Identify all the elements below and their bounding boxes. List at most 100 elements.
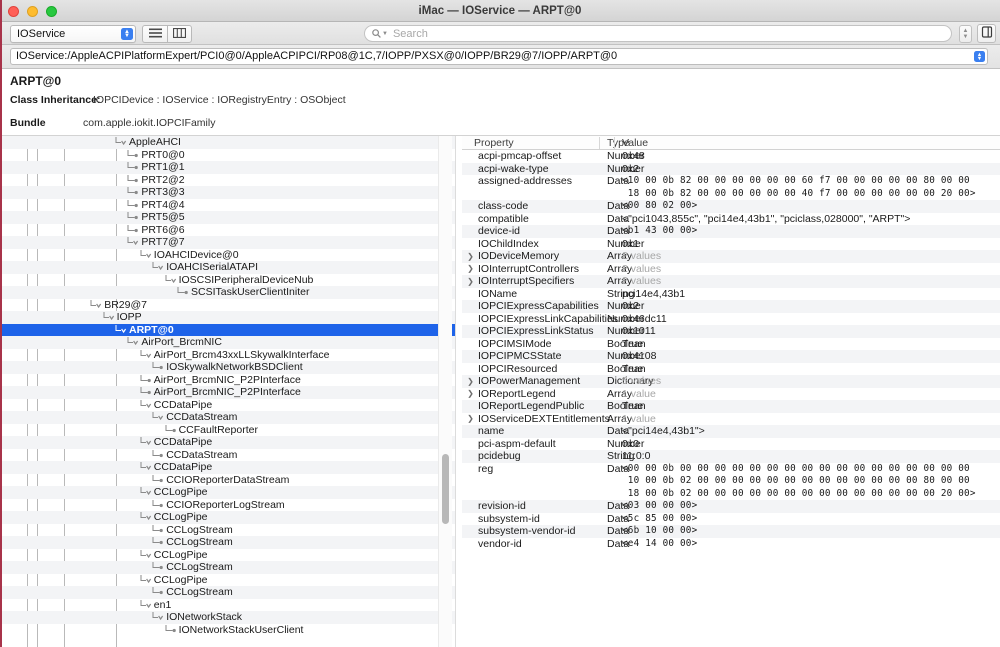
expand-arrow-icon[interactable]: ❯ xyxy=(466,250,475,263)
property-row[interactable]: vendor-id Data <e4 14 00 00> xyxy=(462,538,1000,551)
property-row[interactable]: pci-aspm-default Number 0x0 xyxy=(462,438,1000,451)
tree-row[interactable]: IOAHCISerialATAPI xyxy=(2,261,455,274)
disclosure-triangle-icon[interactable] xyxy=(114,324,128,337)
search-stepper[interactable]: ▲ ▼ xyxy=(959,25,972,43)
tree-row[interactable]: IOPP xyxy=(2,311,455,324)
expand-arrow-icon[interactable]: ❯ xyxy=(466,375,475,388)
property-row[interactable]: reg Data <00 00 0b 00 00 00 00 00 00 00 00… xyxy=(462,463,1000,501)
tree-scrollbar-thumb[interactable] xyxy=(442,454,449,524)
tree-row[interactable]: CCDataPipe xyxy=(2,436,455,449)
search-dropdown-chevron-icon[interactable]: ▼ xyxy=(382,31,388,37)
property-row[interactable]: ❯ IOPowerManagement Dictionary 5 values xyxy=(462,375,1000,388)
property-row[interactable]: ❯ IOServiceDEXTEntitlements Array 1 value xyxy=(462,413,1000,426)
tree-row[interactable]: IONetworkStack xyxy=(2,611,455,624)
property-row[interactable]: class-code Data <00 80 02 00> xyxy=(462,200,1000,213)
expand-arrow-icon[interactable]: ❯ xyxy=(466,275,475,288)
property-row[interactable]: compatible Data <"pci1043,855c", "pci14e4,… xyxy=(462,213,1000,226)
property-row[interactable]: IOPCIExpressCapabilities Number 0x2 xyxy=(462,300,1000,313)
tree-row[interactable]: IOAHCIDevice@0 xyxy=(2,249,455,262)
tree-row[interactable]: AirPort_Brcm43xxLLSkywalkInterface xyxy=(2,349,455,362)
tree-row[interactable]: PRT4@4 xyxy=(2,199,455,212)
property-row[interactable]: IOPCIResourced Boolean True xyxy=(462,363,1000,376)
disclosure-triangle-icon[interactable] xyxy=(151,261,165,274)
property-row[interactable]: name Data <"pci14e4,43b1"> xyxy=(462,425,1000,438)
disclosure-triangle-icon[interactable] xyxy=(89,299,103,312)
property-row[interactable]: device-id Data <b1 43 00 00> xyxy=(462,225,1000,238)
disclosure-triangle-icon[interactable] xyxy=(139,249,153,262)
tree-row[interactable]: CCLogPipe xyxy=(2,549,455,562)
list-view-button[interactable] xyxy=(142,25,167,43)
tree-row[interactable]: CCLogStream xyxy=(2,586,455,599)
tree-row[interactable]: CCFaultReporter xyxy=(2,424,455,437)
registry-path-field[interactable]: IOService:/AppleACPIPlatformExpert/PCI0@… xyxy=(10,48,988,65)
tree-row[interactable]: AirPort_BrcmNIC_P2PInterface xyxy=(2,374,455,387)
disclosure-triangle-icon[interactable] xyxy=(139,436,153,449)
property-row[interactable]: subsystem-id Data <5c 85 00 00> xyxy=(462,513,1000,526)
tree-row[interactable]: CCLogStream xyxy=(2,536,455,549)
disclosure-triangle-icon[interactable] xyxy=(126,236,140,249)
tree-row[interactable]: PRT5@5 xyxy=(2,211,455,224)
registry-tree-pane[interactable]: AppleAHCI PRT0@0 PRT1@1 PRT2@2 PRT3@3 PRT4@4 P… xyxy=(2,136,455,647)
disclosure-triangle-icon[interactable] xyxy=(151,411,165,424)
property-row[interactable]: ❯ IOInterruptSpecifiers Array 2 values xyxy=(462,275,1000,288)
disclosure-triangle-icon[interactable] xyxy=(139,399,153,412)
column-divider[interactable] xyxy=(614,137,615,149)
disclosure-triangle-icon[interactable] xyxy=(126,336,140,349)
tree-row[interactable]: IOSCSIPeripheralDeviceNub xyxy=(2,274,455,287)
pane-splitter[interactable] xyxy=(455,136,458,647)
expand-arrow-icon[interactable]: ❯ xyxy=(466,388,475,401)
path-chevron-updown-icon[interactable]: ▲ ▼ xyxy=(974,51,985,62)
tree-row[interactable]: PRT7@7 xyxy=(2,236,455,249)
tree-row[interactable]: CCLogStream xyxy=(2,524,455,537)
property-row[interactable]: IOName String pci14e4,43b1 xyxy=(462,288,1000,301)
tree-row[interactable]: CCDataPipe xyxy=(2,461,455,474)
tree-vertical-scrollbar[interactable] xyxy=(438,136,452,647)
tree-row[interactable]: en1 xyxy=(2,599,455,612)
column-divider[interactable] xyxy=(599,137,600,149)
tree-row[interactable]: CCLogPipe xyxy=(2,511,455,524)
property-row[interactable]: IOChildIndex Number 0x1 xyxy=(462,238,1000,251)
tree-row[interactable]: CCIOReporterLogStream xyxy=(2,499,455,512)
tree-row[interactable]: PRT6@6 xyxy=(2,224,455,237)
property-row[interactable]: acpi-wake-type Number 0x2 xyxy=(462,162,1000,175)
disclosure-triangle-icon[interactable] xyxy=(139,486,153,499)
tree-row[interactable]: CCDataPipe xyxy=(2,399,455,412)
plane-select-popup[interactable]: IOService ▲ ▼ xyxy=(10,25,136,43)
column-header[interactable]: Property xyxy=(474,136,514,150)
column-view-button[interactable] xyxy=(167,25,192,43)
property-row[interactable]: acpi-pmcap-offset Number 0x48 xyxy=(462,150,1000,163)
disclosure-triangle-icon[interactable] xyxy=(139,461,153,474)
tree-row[interactable]: SCSITaskUserClientIniter xyxy=(2,286,455,299)
disclosure-triangle-icon[interactable] xyxy=(139,511,153,524)
tree-row[interactable]: IOSkywalkNetworkBSDClient xyxy=(2,361,455,374)
tree-row[interactable]: PRT1@1 xyxy=(2,161,455,174)
property-row[interactable]: pcidebug String 11:0:0 xyxy=(462,450,1000,463)
tree-row[interactable]: AppleAHCI xyxy=(2,136,455,149)
tree-row[interactable]: PRT3@3 xyxy=(2,186,455,199)
tree-row-selected[interactable]: ARPT@0 xyxy=(2,323,455,337)
tree-row[interactable]: IONetworkStackUserClient xyxy=(2,624,455,637)
disclosure-triangle-icon[interactable] xyxy=(114,136,128,149)
toggle-detail-panel-button[interactable] xyxy=(977,24,996,43)
column-header[interactable]: Value xyxy=(622,136,648,150)
property-row[interactable]: ❯ IODeviceMemory Array 2 values xyxy=(462,250,1000,263)
tree-row[interactable]: CCDataStream xyxy=(2,411,455,424)
tree-row[interactable]: BR29@7 xyxy=(2,299,455,312)
tree-row[interactable]: CCIOReporterDataStream xyxy=(2,474,455,487)
property-row[interactable]: IOPCIExpressLinkCapabilities Number 0x46dc… xyxy=(462,313,1000,326)
tree-row[interactable]: CCLogStream xyxy=(2,561,455,574)
tree-row[interactable]: PRT2@2 xyxy=(2,174,455,187)
disclosure-triangle-icon[interactable] xyxy=(139,349,153,362)
disclosure-triangle-icon[interactable] xyxy=(164,274,178,287)
disclosure-triangle-icon[interactable] xyxy=(151,611,165,624)
disclosure-triangle-icon[interactable] xyxy=(102,311,116,324)
tree-row[interactable]: AirPort_BrcmNIC xyxy=(2,336,455,349)
property-row[interactable]: IOPCIMSIMode Boolean True xyxy=(462,338,1000,351)
expand-arrow-icon[interactable]: ❯ xyxy=(466,413,475,426)
property-row[interactable]: ❯ IOReportLegend Array 1 value xyxy=(462,388,1000,401)
tree-row[interactable]: CCLogPipe xyxy=(2,574,455,587)
disclosure-triangle-icon[interactable] xyxy=(139,549,153,562)
expand-arrow-icon[interactable]: ❯ xyxy=(466,263,475,276)
property-row[interactable]: assigned-addresses Data <10 00 0b 82 00 00… xyxy=(462,175,1000,200)
disclosure-triangle-icon[interactable] xyxy=(139,574,153,587)
